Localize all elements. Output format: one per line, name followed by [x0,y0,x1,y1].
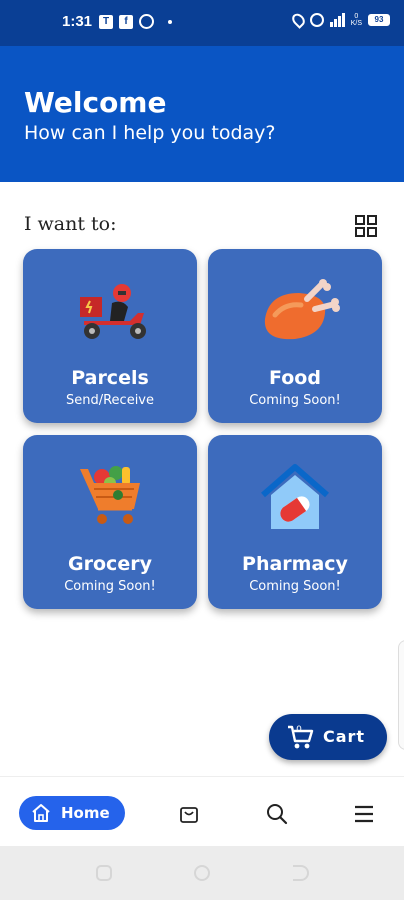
app-notification-icon [139,14,154,29]
roast-chicken-icon [264,279,340,340]
section-label: I want to: [24,213,117,235]
location-icon [289,11,308,29]
grocery-card[interactable]: Grocery Coming Soon! [23,435,197,609]
welcome-header: Welcome How can I help you today? [0,46,404,182]
t-notification-icon: T [99,14,113,29]
card-subtitle: Coming Soon! [249,579,341,594]
status-time: 1:31 [62,13,93,30]
system-home-icon[interactable] [194,865,210,881]
back-icon[interactable] [293,865,309,881]
network-speed: 0 K/S [350,13,362,27]
cart-label: Cart [323,727,366,746]
pharmacy-card[interactable]: Pharmacy Coming Soon! [208,435,382,609]
bottom-navigation: Home [0,776,404,846]
system-navigation-bar [0,846,404,900]
status-system-icons: 0 K/S 93 [289,11,390,29]
card-title: Pharmacy [242,553,348,575]
more-notifications-dot-icon [168,19,172,24]
food-card[interactable]: Food Coming Soon! [208,249,382,423]
cart-count-badge: 0 [296,725,302,735]
shopping-bag-icon[interactable] [178,803,200,825]
signal-icon [329,13,345,27]
page-title: Welcome [24,86,167,119]
page-subtitle: How can I help you today? [24,122,276,144]
alarm-icon [309,13,324,27]
home-icon [32,804,50,822]
card-title: Grocery [68,553,152,575]
recent-apps-icon[interactable] [96,865,112,881]
card-subtitle: Send/Receive [65,393,155,408]
card-title: Parcels [71,367,149,389]
edge-panel-handle[interactable] [398,640,404,750]
battery-icon: 93 [368,14,390,26]
status-bar: 1:31 T f 0 K/S 93 [0,0,404,46]
grid-view-icon[interactable] [354,214,378,238]
search-icon[interactable] [266,803,288,825]
facebook-notification-icon: f [119,14,133,29]
app-screen: 1:31 T f 0 K/S 93 Welcome How can I help … [0,0,404,900]
menu-icon[interactable] [353,803,375,825]
cart-button[interactable]: 0 Cart [269,714,387,760]
status-notification-icons: T f [99,14,172,29]
card-title: Food [269,367,321,389]
card-subtitle: Coming Soon! [64,579,156,594]
grocery-cart-icon [80,466,140,524]
nav-home-tab[interactable]: Home [19,796,125,830]
delivery-scooter-icon [80,284,146,339]
card-subtitle: Coming Soon! [249,393,341,408]
parcels-card[interactable]: Parcels Send/Receive [23,249,197,423]
pharmacy-house-icon [261,464,329,529]
nav-home-label: Home [61,804,110,822]
